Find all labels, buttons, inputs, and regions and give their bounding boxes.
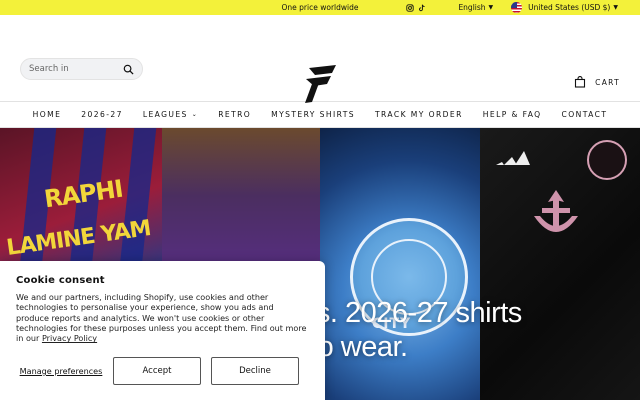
cookie-consent-dialog: Cookie consent We and our partners, incl… — [0, 261, 325, 400]
chevron-down-icon: ▼ — [613, 4, 618, 11]
sponsor-logo-icon — [534, 190, 578, 232]
search-icon[interactable] — [123, 64, 134, 75]
cookie-title: Cookie consent — [16, 275, 105, 286]
privacy-policy-link[interactable]: Privacy Policy — [42, 333, 97, 343]
adidas-logo-icon — [496, 151, 530, 165]
cookie-actions: Manage preferences Accept Decline — [16, 357, 299, 385]
currency-selector[interactable]: United States (USD $) ▼ — [511, 2, 618, 13]
jersey-name-text: RAPHI — [42, 174, 125, 214]
nav-item-retro[interactable]: RETRO — [218, 110, 251, 119]
nav-item-home[interactable]: HOME — [33, 110, 62, 119]
accept-button[interactable]: Accept — [113, 357, 201, 385]
cart-label: CART — [595, 77, 620, 87]
club-crest-icon — [587, 140, 627, 180]
announcement-bar: One price worldwide English ▼ United Sta… — [0, 0, 640, 15]
nav-item-track-my-order[interactable]: TRACK MY ORDER — [375, 110, 463, 119]
search-box — [20, 58, 143, 80]
search-input[interactable] — [29, 64, 123, 74]
main-nav: HOME 2026-27 LEAGUES ⌄ RETRO MYSTERY SHIR… — [0, 102, 640, 128]
announcement-controls: English ▼ United States (USD $) ▼ — [406, 0, 618, 15]
language-selector[interactable]: English ▼ — [458, 3, 493, 12]
cookie-body: We and our partners, including Shopify, … — [16, 292, 309, 343]
social-links — [406, 3, 426, 12]
decline-button[interactable]: Decline — [211, 357, 299, 385]
chevron-down-icon: ▼ — [488, 4, 494, 11]
language-label: English — [458, 3, 486, 12]
cart-link[interactable]: CART — [574, 76, 620, 88]
manage-preferences-button[interactable]: Manage preferences — [16, 357, 106, 385]
nav-item-contact[interactable]: CONTACT — [562, 110, 608, 119]
tiktok-icon[interactable] — [418, 4, 426, 12]
nav-item-2026-27[interactable]: 2026-27 — [81, 110, 123, 119]
nav-item-mystery-shirts[interactable]: MYSTERY SHIRTS — [271, 110, 355, 119]
nav-item-leagues-label: LEAGUES — [142, 110, 188, 119]
announcement-text: One price worldwide — [281, 3, 359, 12]
instagram-icon[interactable] — [406, 3, 415, 12]
site-header: CART — [0, 15, 640, 104]
currency-label: United States (USD $) — [528, 3, 611, 12]
brand-logo[interactable] — [303, 64, 337, 104]
cart-bag-icon — [575, 76, 586, 88]
us-flag-icon — [511, 2, 523, 13]
chevron-down-icon: ⌄ — [191, 111, 199, 118]
nav-item-help-faq[interactable]: HELP & FAQ — [483, 110, 542, 119]
nav-item-leagues[interactable]: LEAGUES ⌄ — [143, 110, 198, 119]
